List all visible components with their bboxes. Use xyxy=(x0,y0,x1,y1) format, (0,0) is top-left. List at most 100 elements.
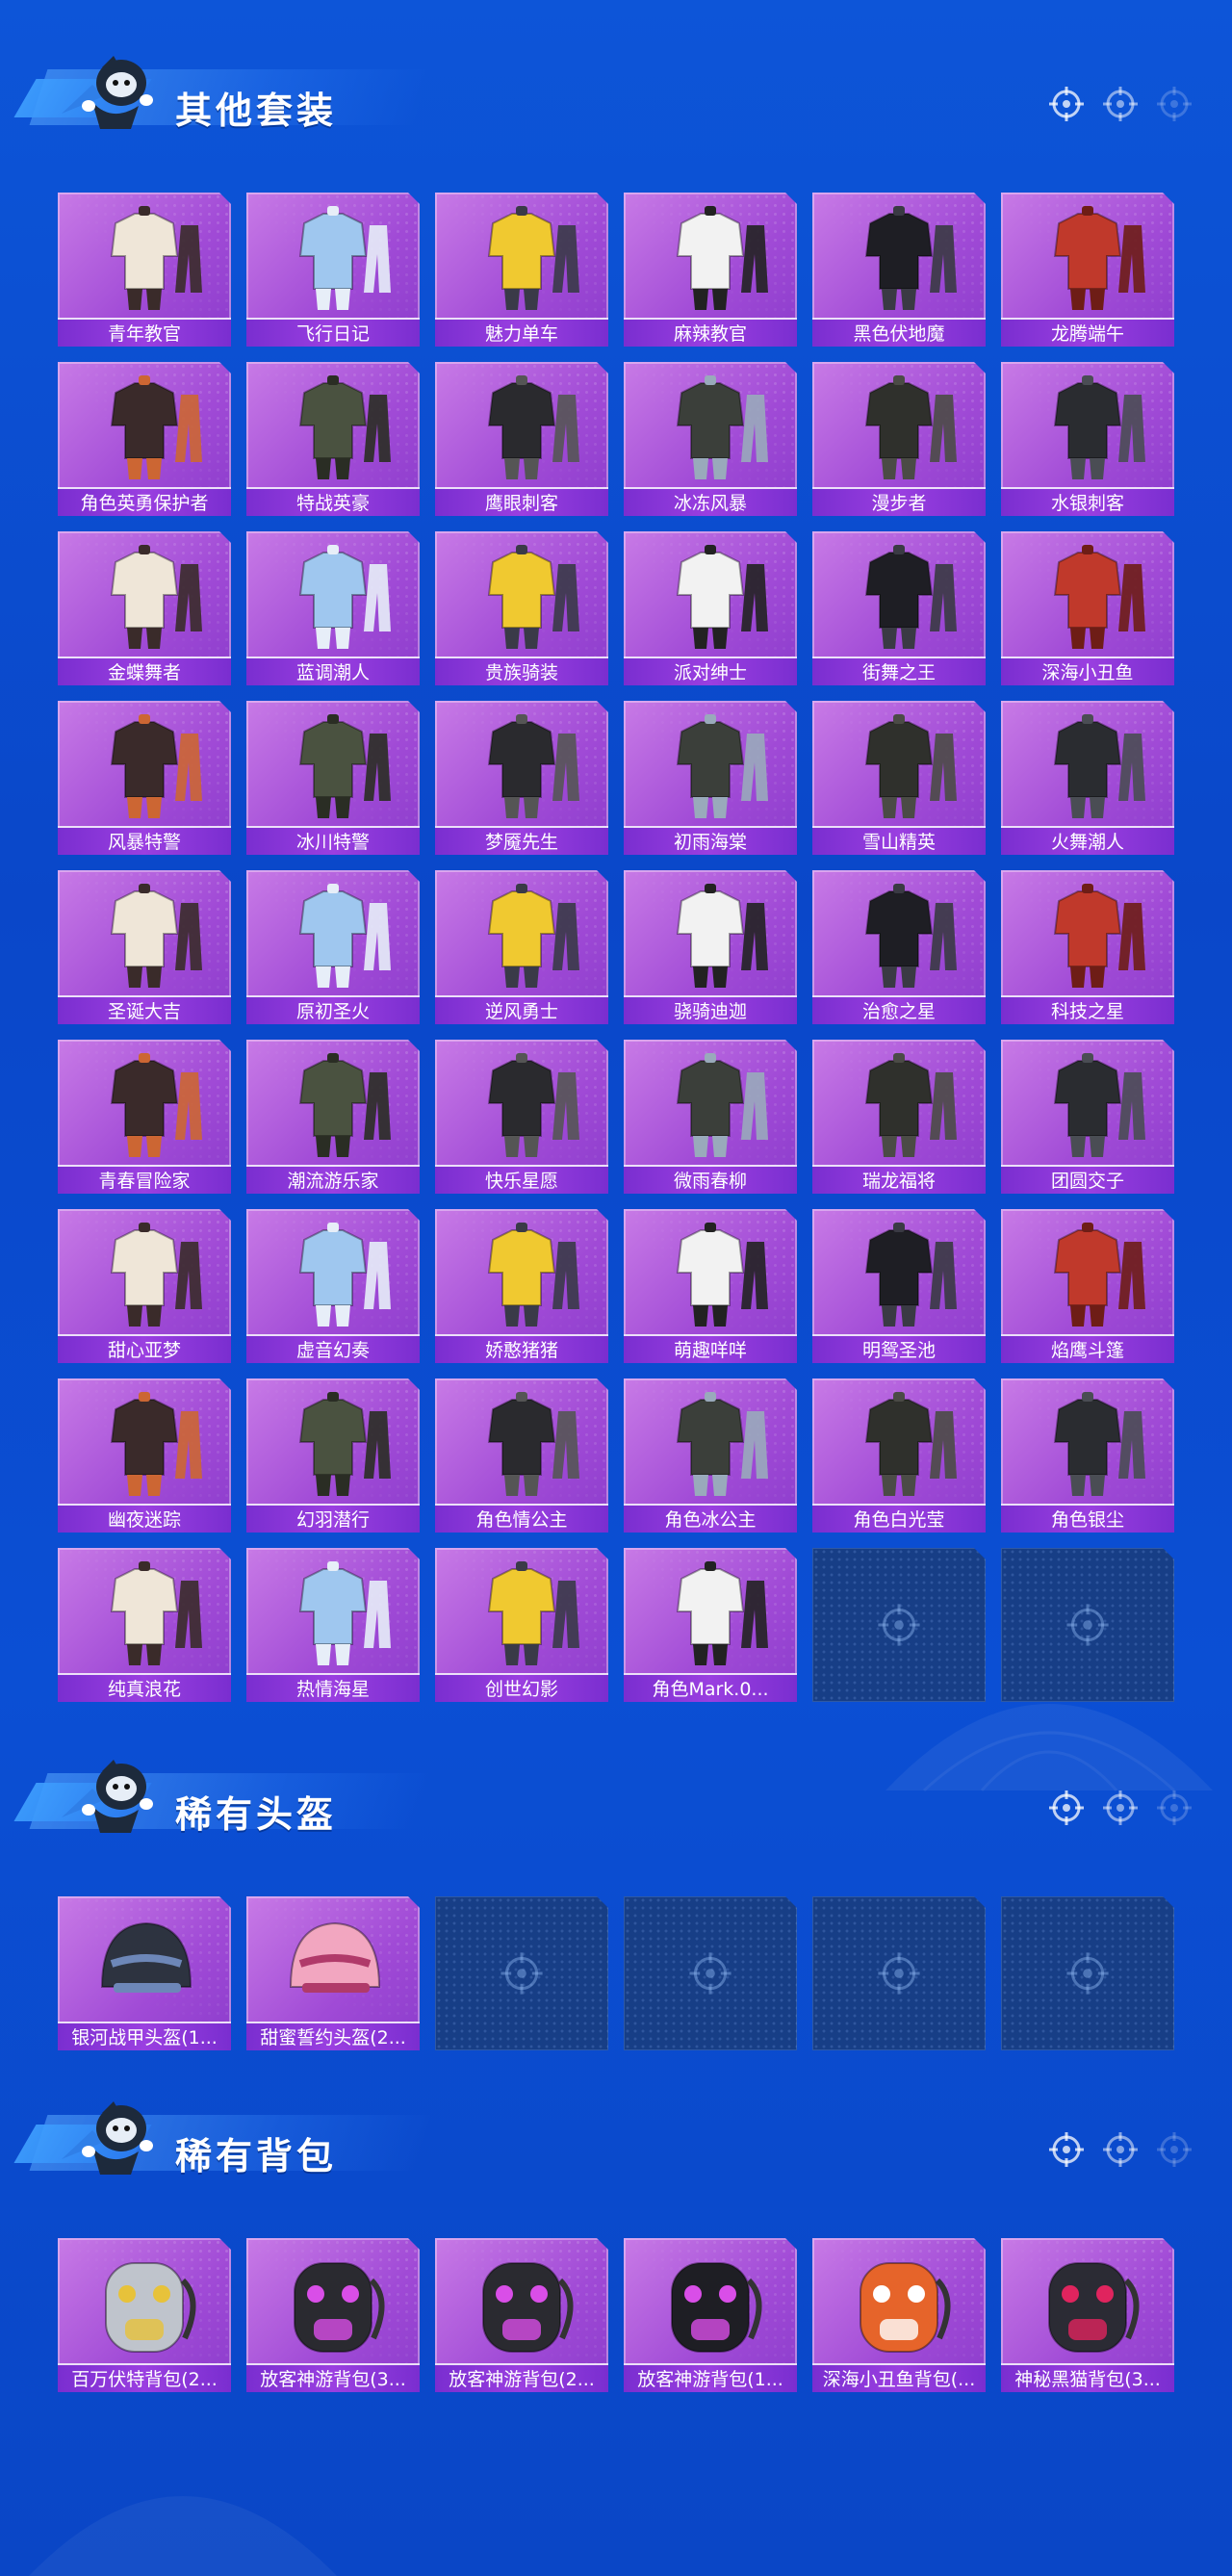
item-card[interactable]: 放客神游背包(3... xyxy=(246,2238,420,2392)
item-card[interactable]: 热情海星 xyxy=(246,1548,420,1702)
outfit-icon xyxy=(624,1213,797,1332)
item-card[interactable]: 骁骑迪迦 xyxy=(624,870,797,1024)
item-card[interactable]: 角色冰公主 xyxy=(624,1378,797,1533)
item-card[interactable]: 火舞潮人 xyxy=(1001,701,1174,855)
item-label: 原初圣火 xyxy=(246,995,420,1024)
item-card[interactable]: 逆风勇士 xyxy=(435,870,608,1024)
item-label: 贵族骑装 xyxy=(435,657,608,685)
item-label: 冰川特警 xyxy=(246,826,420,855)
outfit-icon xyxy=(435,196,608,316)
item-label: 放客神游背包(1... xyxy=(624,2363,797,2392)
outfit-icon xyxy=(624,196,797,316)
item-card[interactable]: 特战英豪 xyxy=(246,362,420,516)
item-card[interactable]: 微雨春柳 xyxy=(624,1040,797,1194)
item-card[interactable]: 科技之星 xyxy=(1001,870,1174,1024)
outfit-icon xyxy=(1001,535,1174,655)
item-card[interactable]: 贵族骑装 xyxy=(435,531,608,685)
item-card[interactable]: 街舞之王 xyxy=(812,531,986,685)
item-card[interactable]: 雪山精英 xyxy=(812,701,986,855)
item-label: 甜蜜誓约头盔(2... xyxy=(246,2022,420,2050)
item-card[interactable]: 甜蜜誓约头盔(2... xyxy=(246,1896,420,2050)
item-label: 深海小丑鱼背包(... xyxy=(812,2363,986,2392)
item-card[interactable]: 飞行日记 xyxy=(246,193,420,347)
item-card[interactable]: 角色情公主 xyxy=(435,1378,608,1533)
item-card[interactable]: 风暴特警 xyxy=(58,701,231,855)
item-label: 明鸳圣池 xyxy=(812,1334,986,1363)
item-card[interactable]: 瑞龙福将 xyxy=(812,1040,986,1194)
outfit-icon xyxy=(246,196,420,316)
section-title: 其他套装 xyxy=(175,90,338,132)
item-card[interactable]: 麻辣教官 xyxy=(624,193,797,347)
item-card[interactable]: 冰冻风暴 xyxy=(624,362,797,516)
item-card[interactable]: 潮流游乐家 xyxy=(246,1040,420,1194)
item-label: 麻辣教官 xyxy=(624,318,797,347)
item-card[interactable]: 蓝调潮人 xyxy=(246,531,420,685)
item-label: 角色银尘 xyxy=(1001,1504,1174,1533)
item-label: 逆风勇士 xyxy=(435,995,608,1024)
item-card[interactable]: 冰川特警 xyxy=(246,701,420,855)
item-label: 角色冰公主 xyxy=(624,1504,797,1533)
item-label: 鹰眼刺客 xyxy=(435,487,608,516)
crosshair-icon xyxy=(1101,1789,1140,1827)
outfit-icon xyxy=(812,1213,986,1332)
outfit-icon xyxy=(812,1382,986,1502)
item-label: 放客神游背包(3... xyxy=(246,2363,420,2392)
item-card[interactable]: 原初圣火 xyxy=(246,870,420,1024)
item-card[interactable]: 角色Mark.0... xyxy=(624,1548,797,1702)
item-card[interactable]: 银河战甲头盔(1... xyxy=(58,1896,231,2050)
item-card[interactable]: 放客神游背包(1... xyxy=(624,2238,797,2392)
item-grid: 银河战甲头盔(1... 甜蜜誓约头盔(2... xyxy=(58,1896,1174,2050)
item-card[interactable]: 明鸳圣池 xyxy=(812,1209,986,1363)
item-card[interactable]: 深海小丑鱼背包(... xyxy=(812,2238,986,2392)
item-card[interactable]: 鹰眼刺客 xyxy=(435,362,608,516)
item-card[interactable]: 派对绅士 xyxy=(624,531,797,685)
item-card[interactable]: 金蝶舞者 xyxy=(58,531,231,685)
item-card[interactable]: 幻羽潜行 xyxy=(246,1378,420,1533)
item-label: 风暴特警 xyxy=(58,826,231,855)
item-card[interactable]: 漫步者 xyxy=(812,362,986,516)
outfit-icon xyxy=(435,535,608,655)
outfit-icon xyxy=(812,874,986,993)
item-card[interactable]: 角色英勇保护者 xyxy=(58,362,231,516)
item-card[interactable]: 创世幻影 xyxy=(435,1548,608,1702)
item-card[interactable]: 焰鹰斗篷 xyxy=(1001,1209,1174,1363)
item-card[interactable]: 百万伏特背包(2... xyxy=(58,2238,231,2392)
item-label: 焰鹰斗篷 xyxy=(1001,1334,1174,1363)
item-card[interactable]: 水银刺客 xyxy=(1001,362,1174,516)
item-card[interactable]: 青年教官 xyxy=(58,193,231,347)
mascot-icon xyxy=(54,46,160,133)
item-label: 潮流游乐家 xyxy=(246,1165,420,1194)
item-card[interactable]: 初雨海棠 xyxy=(624,701,797,855)
item-card[interactable]: 放客神游背包(2... xyxy=(435,2238,608,2392)
item-card[interactable]: 圣诞大吉 xyxy=(58,870,231,1024)
item-card[interactable]: 团圆交子 xyxy=(1001,1040,1174,1194)
backpack-icon xyxy=(435,2242,608,2361)
item-card[interactable]: 快乐星愿 xyxy=(435,1040,608,1194)
mascot-icon xyxy=(54,1750,160,1837)
section-header: 稀有头盔 xyxy=(0,1742,1232,1848)
helmet-icon xyxy=(58,1900,231,2020)
item-label: 百万伏特背包(2... xyxy=(58,2363,231,2392)
item-card[interactable]: 角色白光莹 xyxy=(812,1378,986,1533)
item-card[interactable]: 角色银尘 xyxy=(1001,1378,1174,1533)
item-card[interactable]: 魅力单车 xyxy=(435,193,608,347)
item-card[interactable]: 萌趣咩咩 xyxy=(624,1209,797,1363)
backpack-icon xyxy=(1001,2242,1174,2361)
item-card[interactable]: 娇憨猪猪 xyxy=(435,1209,608,1363)
item-card[interactable]: 神秘黑猫背包(3... xyxy=(1001,2238,1174,2392)
item-card[interactable]: 治愈之星 xyxy=(812,870,986,1024)
item-grid: 青年教官 飞行日记 魅力单车 麻辣教官 黑色伏地魔 龙腾端午 角色英勇保护者 特… xyxy=(58,193,1174,1702)
item-label: 神秘黑猫背包(3... xyxy=(1001,2363,1174,2392)
item-card[interactable]: 甜心亚梦 xyxy=(58,1209,231,1363)
outfit-icon xyxy=(624,1552,797,1671)
item-label: 团圆交子 xyxy=(1001,1165,1174,1194)
item-card[interactable]: 深海小丑鱼 xyxy=(1001,531,1174,685)
item-card[interactable]: 梦魇先生 xyxy=(435,701,608,855)
item-card[interactable]: 黑色伏地魔 xyxy=(812,193,986,347)
item-card[interactable]: 幽夜迷踪 xyxy=(58,1378,231,1533)
item-card[interactable]: 虚音幻奏 xyxy=(246,1209,420,1363)
item-label: 冰冻风暴 xyxy=(624,487,797,516)
item-card[interactable]: 龙腾端午 xyxy=(1001,193,1174,347)
item-card[interactable]: 纯真浪花 xyxy=(58,1548,231,1702)
item-card[interactable]: 青春冒险家 xyxy=(58,1040,231,1194)
